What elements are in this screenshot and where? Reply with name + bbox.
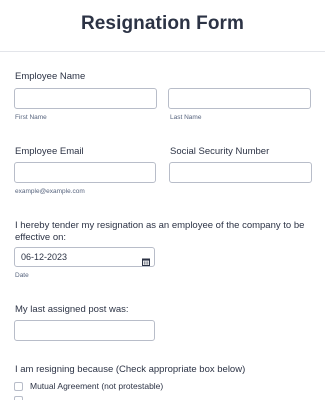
date-field (14, 247, 155, 267)
reasons-label: I am resigning because (Check appropriat… (15, 364, 246, 375)
next-reason-checkbox[interactable] (14, 396, 23, 400)
first-name-input[interactable] (14, 88, 157, 109)
last-name-sublabel: Last Name (170, 114, 202, 121)
employee-email-sublabel: example@example.com (15, 188, 85, 195)
employee-email-label: Employee Email (15, 146, 84, 157)
form-header: Resignation Form (0, 0, 325, 52)
reason-option-mutual-agreement[interactable]: Mutual Agreement (not protestable) (14, 381, 163, 391)
last-post-input[interactable] (14, 320, 155, 341)
employee-email-input[interactable] (14, 162, 156, 183)
tender-label: I hereby tender my resignation as an emp… (15, 220, 305, 243)
last-name-input[interactable] (168, 88, 311, 109)
employee-name-label: Employee Name (15, 71, 86, 82)
reason-option-next[interactable] (14, 396, 30, 400)
form-title: Resignation Form (80, 13, 245, 34)
mutual-agreement-checkbox[interactable] (14, 381, 23, 391)
ssn-label: Social Security Number (170, 146, 270, 157)
form-page: Resignation Form Employee Name First Nam… (0, 0, 325, 400)
last-post-label: My last assigned post was: (15, 304, 129, 315)
calendar-icon[interactable] (142, 253, 150, 266)
first-name-sublabel: First Name (15, 114, 47, 121)
mutual-agreement-label: Mutual Agreement (not protestable) (30, 381, 164, 391)
ssn-input[interactable] (169, 162, 312, 183)
date-sublabel: Date (15, 272, 29, 279)
date-input[interactable] (14, 247, 155, 267)
